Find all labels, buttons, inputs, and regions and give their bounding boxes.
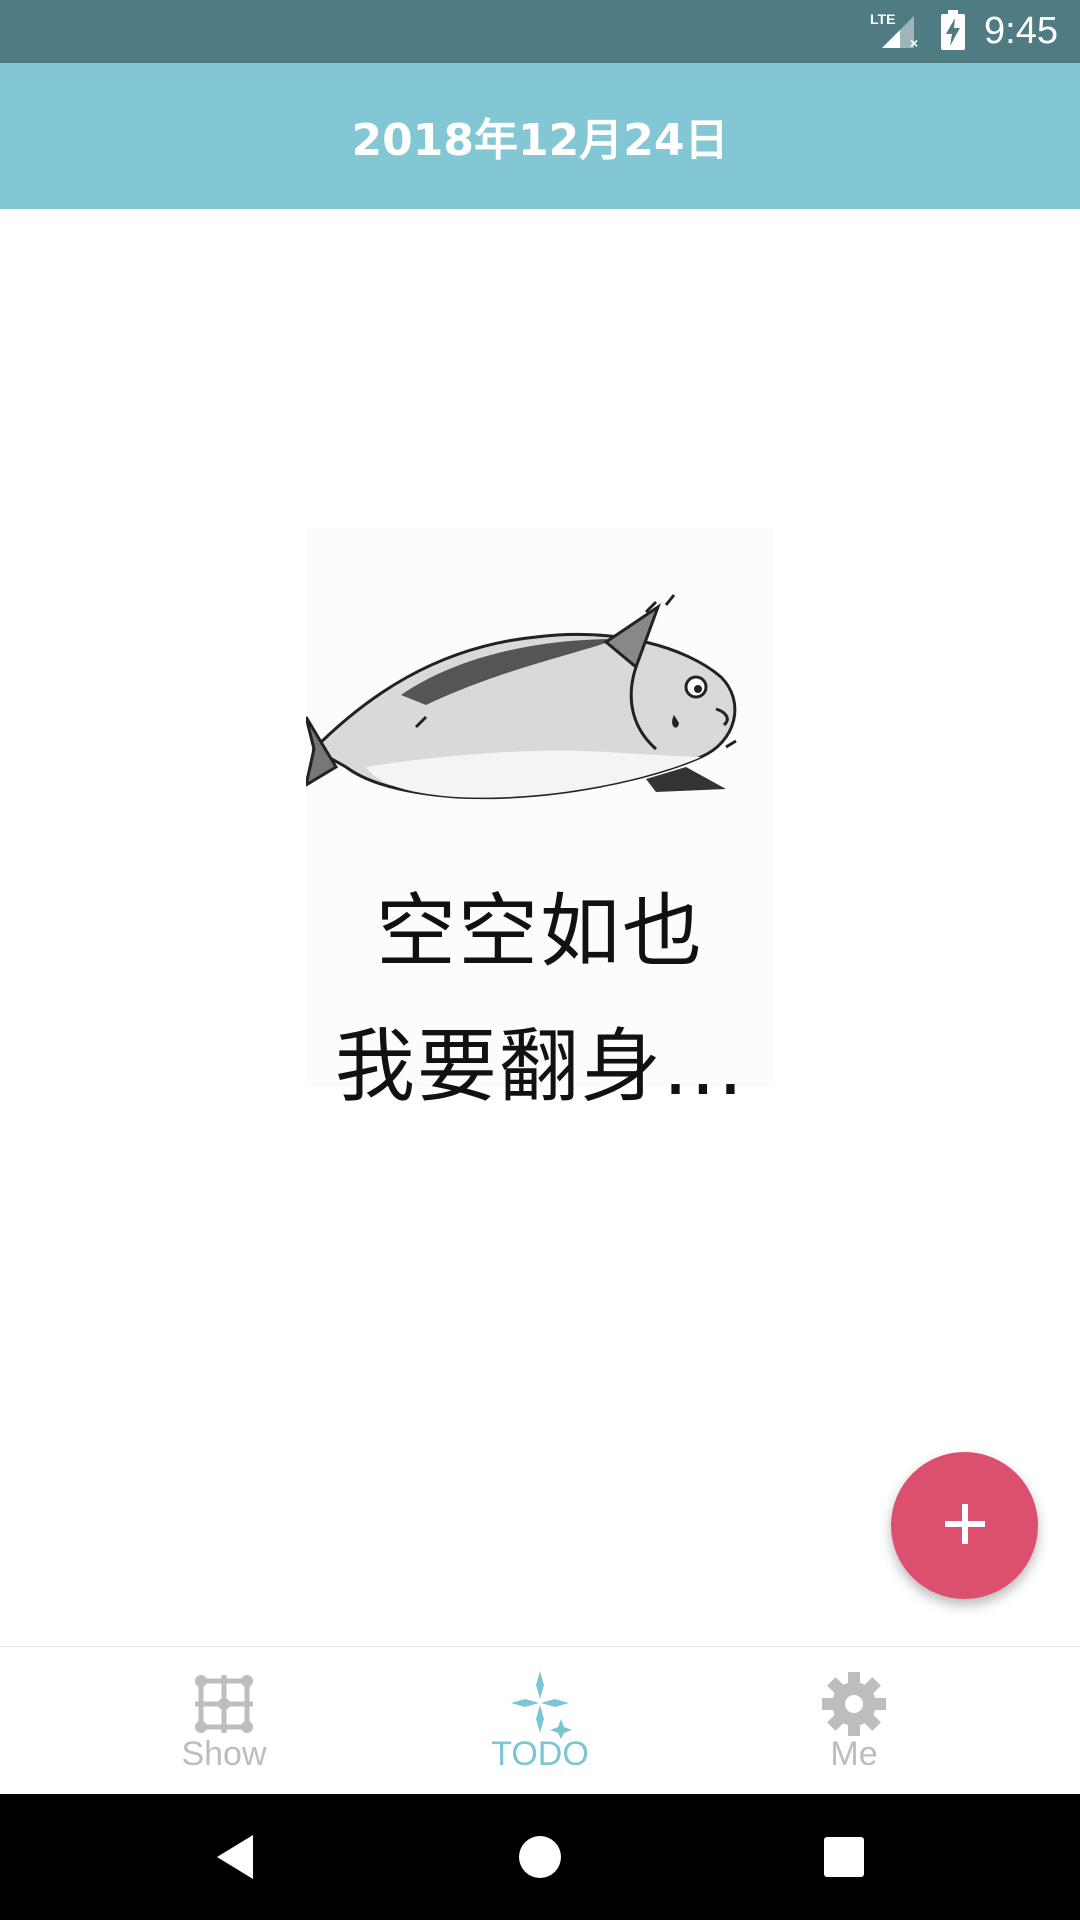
add-todo-button[interactable] [891, 1452, 1038, 1599]
back-icon[interactable] [205, 1827, 265, 1887]
bottom-navigation: Show TODO Me [0, 1646, 1080, 1795]
status-bar: LTE × 9:45 [0, 0, 1080, 63]
home-icon[interactable] [510, 1827, 570, 1887]
empty-state-title: 空空如也 [376, 885, 704, 978]
page-title: 2018年12月24日 [351, 115, 729, 166]
recents-icon[interactable] [814, 1827, 874, 1887]
sparkle-icon [511, 1670, 572, 1739]
svg-text:×: × [910, 35, 918, 50]
fish-illustration [306, 594, 737, 800]
grid-nodes-icon [195, 1674, 253, 1733]
todo-content: 空空如也 我要翻身... [0, 209, 1080, 1646]
empty-state-subtitle: 我要翻身... [334, 1020, 746, 1113]
nav-label-me: Me [830, 1734, 878, 1773]
battery-charging-icon [940, 9, 966, 54]
nav-item-me[interactable]: Me [754, 1647, 954, 1795]
lte-signal-icon: LTE × [870, 10, 922, 54]
svg-text:LTE: LTE [870, 11, 895, 27]
empty-state: 空空如也 我要翻身... [306, 527, 774, 1113]
status-icons: LTE × 9:45 [870, 0, 1058, 63]
app-bar: 2018年12月24日 [0, 63, 1080, 209]
nav-label-todo: TODO [491, 1734, 589, 1773]
nav-item-show[interactable]: Show [124, 1647, 324, 1795]
nav-item-todo[interactable]: TODO [440, 1647, 640, 1795]
gear-icon [822, 1671, 886, 1736]
nav-label-show: Show [181, 1734, 267, 1773]
status-time: 9:45 [984, 10, 1058, 52]
plus-icon [943, 1502, 987, 1550]
system-navigation-bar [0, 1794, 1080, 1920]
